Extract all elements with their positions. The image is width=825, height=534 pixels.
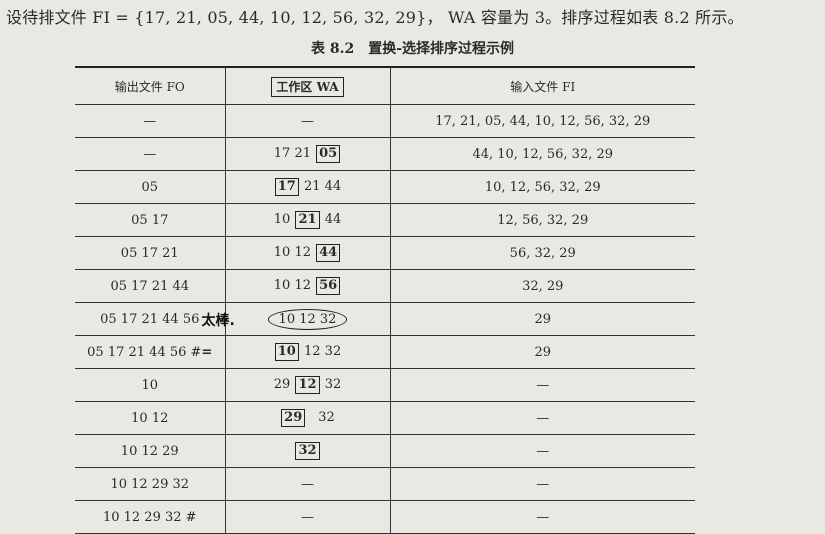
intro-paragraph: 设待排文件 FI = {17, 21, 05, 44, 10, 12, 56, … <box>6 8 744 27</box>
table-row: 05 17 21 44 56 #= 10 12 32 29 <box>75 335 695 369</box>
table-row: 05 17 10 21 44 12, 56, 32, 29 <box>75 203 695 237</box>
fo-value: 05 17 21 44 56 # <box>87 344 202 360</box>
wa-cell: 10 12 44 <box>224 236 391 270</box>
fi-cell: 29 <box>390 335 695 369</box>
fo-cell: 10 12 29 <box>75 434 225 468</box>
wa-cell: 10 21 44 <box>224 203 391 237</box>
fo-cell: — <box>75 137 225 171</box>
wa-cell: 太棒. 10 12 32 <box>202 302 391 336</box>
table-row: 05 17 21 44 10 12 56 32, 29 <box>75 269 695 303</box>
selected-minimum-box: 56 <box>316 277 341 295</box>
fi-cell: 12, 56, 32, 29 <box>390 203 695 237</box>
fo-cell: 05 17 21 44 <box>75 269 225 303</box>
fi-cell: — <box>390 467 695 501</box>
wa-value: 17 21 <box>273 146 311 161</box>
wa-cell: 32 <box>224 434 391 468</box>
circled-work-area: 10 12 32 <box>267 308 348 330</box>
wa-cell: 17 21 05 <box>224 137 391 171</box>
wa-value: 10 12 <box>273 245 311 260</box>
wa-cell: — <box>224 467 391 501</box>
fo-cell: 10 12 29 32 <box>75 467 225 501</box>
wa-value: 44 <box>324 212 342 227</box>
wa-cell: 29 12 32 <box>224 368 391 402</box>
table-row: 10 12 29 32 # — — <box>75 500 695 534</box>
table-row: 05 17 21 10 12 44 56, 32, 29 <box>75 236 695 270</box>
header-work-area-label: 工作区 WA <box>271 76 344 97</box>
fo-cell: 05 17 21 44 56 #= <box>75 335 225 369</box>
table-row: 10 12 29 32 — <box>75 401 695 435</box>
fo-cell: 05 <box>75 170 225 204</box>
wa-cell: 29 32 <box>224 401 391 435</box>
fi-cell: 44, 10, 12, 56, 32, 29 <box>390 137 695 171</box>
replacement-selection-table: 输出文件 FO 工作区 WA 输入文件 FI — — 17, 21, 05, 4… <box>75 66 695 534</box>
fi-cell: 17, 21, 05, 44, 10, 12, 56, 32, 29 <box>390 104 695 138</box>
selected-minimum-box: 17 <box>274 178 299 196</box>
table-header-row: 输出文件 FO 工作区 WA 输入文件 FI <box>75 66 695 105</box>
fi-cell: — <box>390 368 695 402</box>
fi-cell: 10, 12, 56, 32, 29 <box>390 170 695 204</box>
fi-cell: 56, 32, 29 <box>390 236 695 270</box>
fo-cell: — <box>75 104 225 138</box>
wa-value: 29 <box>273 377 291 392</box>
header-output-file: 输出文件 FO <box>75 66 225 105</box>
wa-value: 21 44 <box>304 179 342 194</box>
header-work-area: 工作区 WA <box>224 66 391 105</box>
table-row: 05 17 21 44 10, 12, 56, 32, 29 <box>75 170 695 204</box>
wa-value: 10 <box>273 212 291 227</box>
handwritten-mark: = <box>201 344 213 360</box>
wa-cell: 10 12 56 <box>224 269 391 303</box>
table-row: 10 12 29 32 — — <box>75 467 695 501</box>
caption-number: 表 8.2 <box>310 41 355 57</box>
table-row: — — 17, 21, 05, 44, 10, 12, 56, 32, 29 <box>75 104 695 138</box>
wa-value: 10 12 <box>273 278 311 293</box>
selected-minimum-box: 44 <box>316 244 341 262</box>
handwritten-note: 太棒. <box>201 313 235 329</box>
wa-value: 32 <box>324 377 342 392</box>
table-caption: 表 8.2 置换-选择排序过程示例 <box>0 38 825 58</box>
selected-minimum-box: 32 <box>295 442 320 460</box>
wa-value: 32 <box>318 410 335 425</box>
wa-cell: — <box>224 500 391 534</box>
table-row: 05 17 21 44 56 太棒. 10 12 32 29 <box>75 302 695 336</box>
header-input-file: 输入文件 FI <box>390 66 695 105</box>
selected-minimum-box: 29 <box>281 409 306 427</box>
fo-cell: 05 17 21 <box>75 236 225 270</box>
fi-cell: — <box>390 500 695 534</box>
table-row: — 17 21 05 44, 10, 12, 56, 32, 29 <box>75 137 695 171</box>
fi-cell: 32, 29 <box>390 269 695 303</box>
fo-cell: 10 12 <box>75 401 225 435</box>
selected-minimum-box: 05 <box>316 145 341 163</box>
fo-cell: 05 17 <box>75 203 225 237</box>
fo-cell: 10 <box>75 368 225 402</box>
wa-cell: — <box>224 104 391 138</box>
wa-value: 12 32 <box>304 344 342 359</box>
wa-cell: 10 12 32 <box>224 335 391 369</box>
selected-minimum-box: 21 <box>295 211 320 229</box>
selected-minimum-box: 10 <box>274 343 299 361</box>
table-row: 10 12 29 32 — <box>75 434 695 468</box>
fi-cell: 29 <box>390 302 695 336</box>
caption-title: 置换-选择排序过程示例 <box>368 41 515 57</box>
fi-cell: — <box>390 401 695 435</box>
fo-cell: 10 12 29 32 # <box>75 500 225 534</box>
wa-cell: 17 21 44 <box>224 170 391 204</box>
table-row: 10 29 12 32 — <box>75 368 695 402</box>
fi-cell: — <box>390 434 695 468</box>
selected-minimum-box: 12 <box>295 376 320 394</box>
